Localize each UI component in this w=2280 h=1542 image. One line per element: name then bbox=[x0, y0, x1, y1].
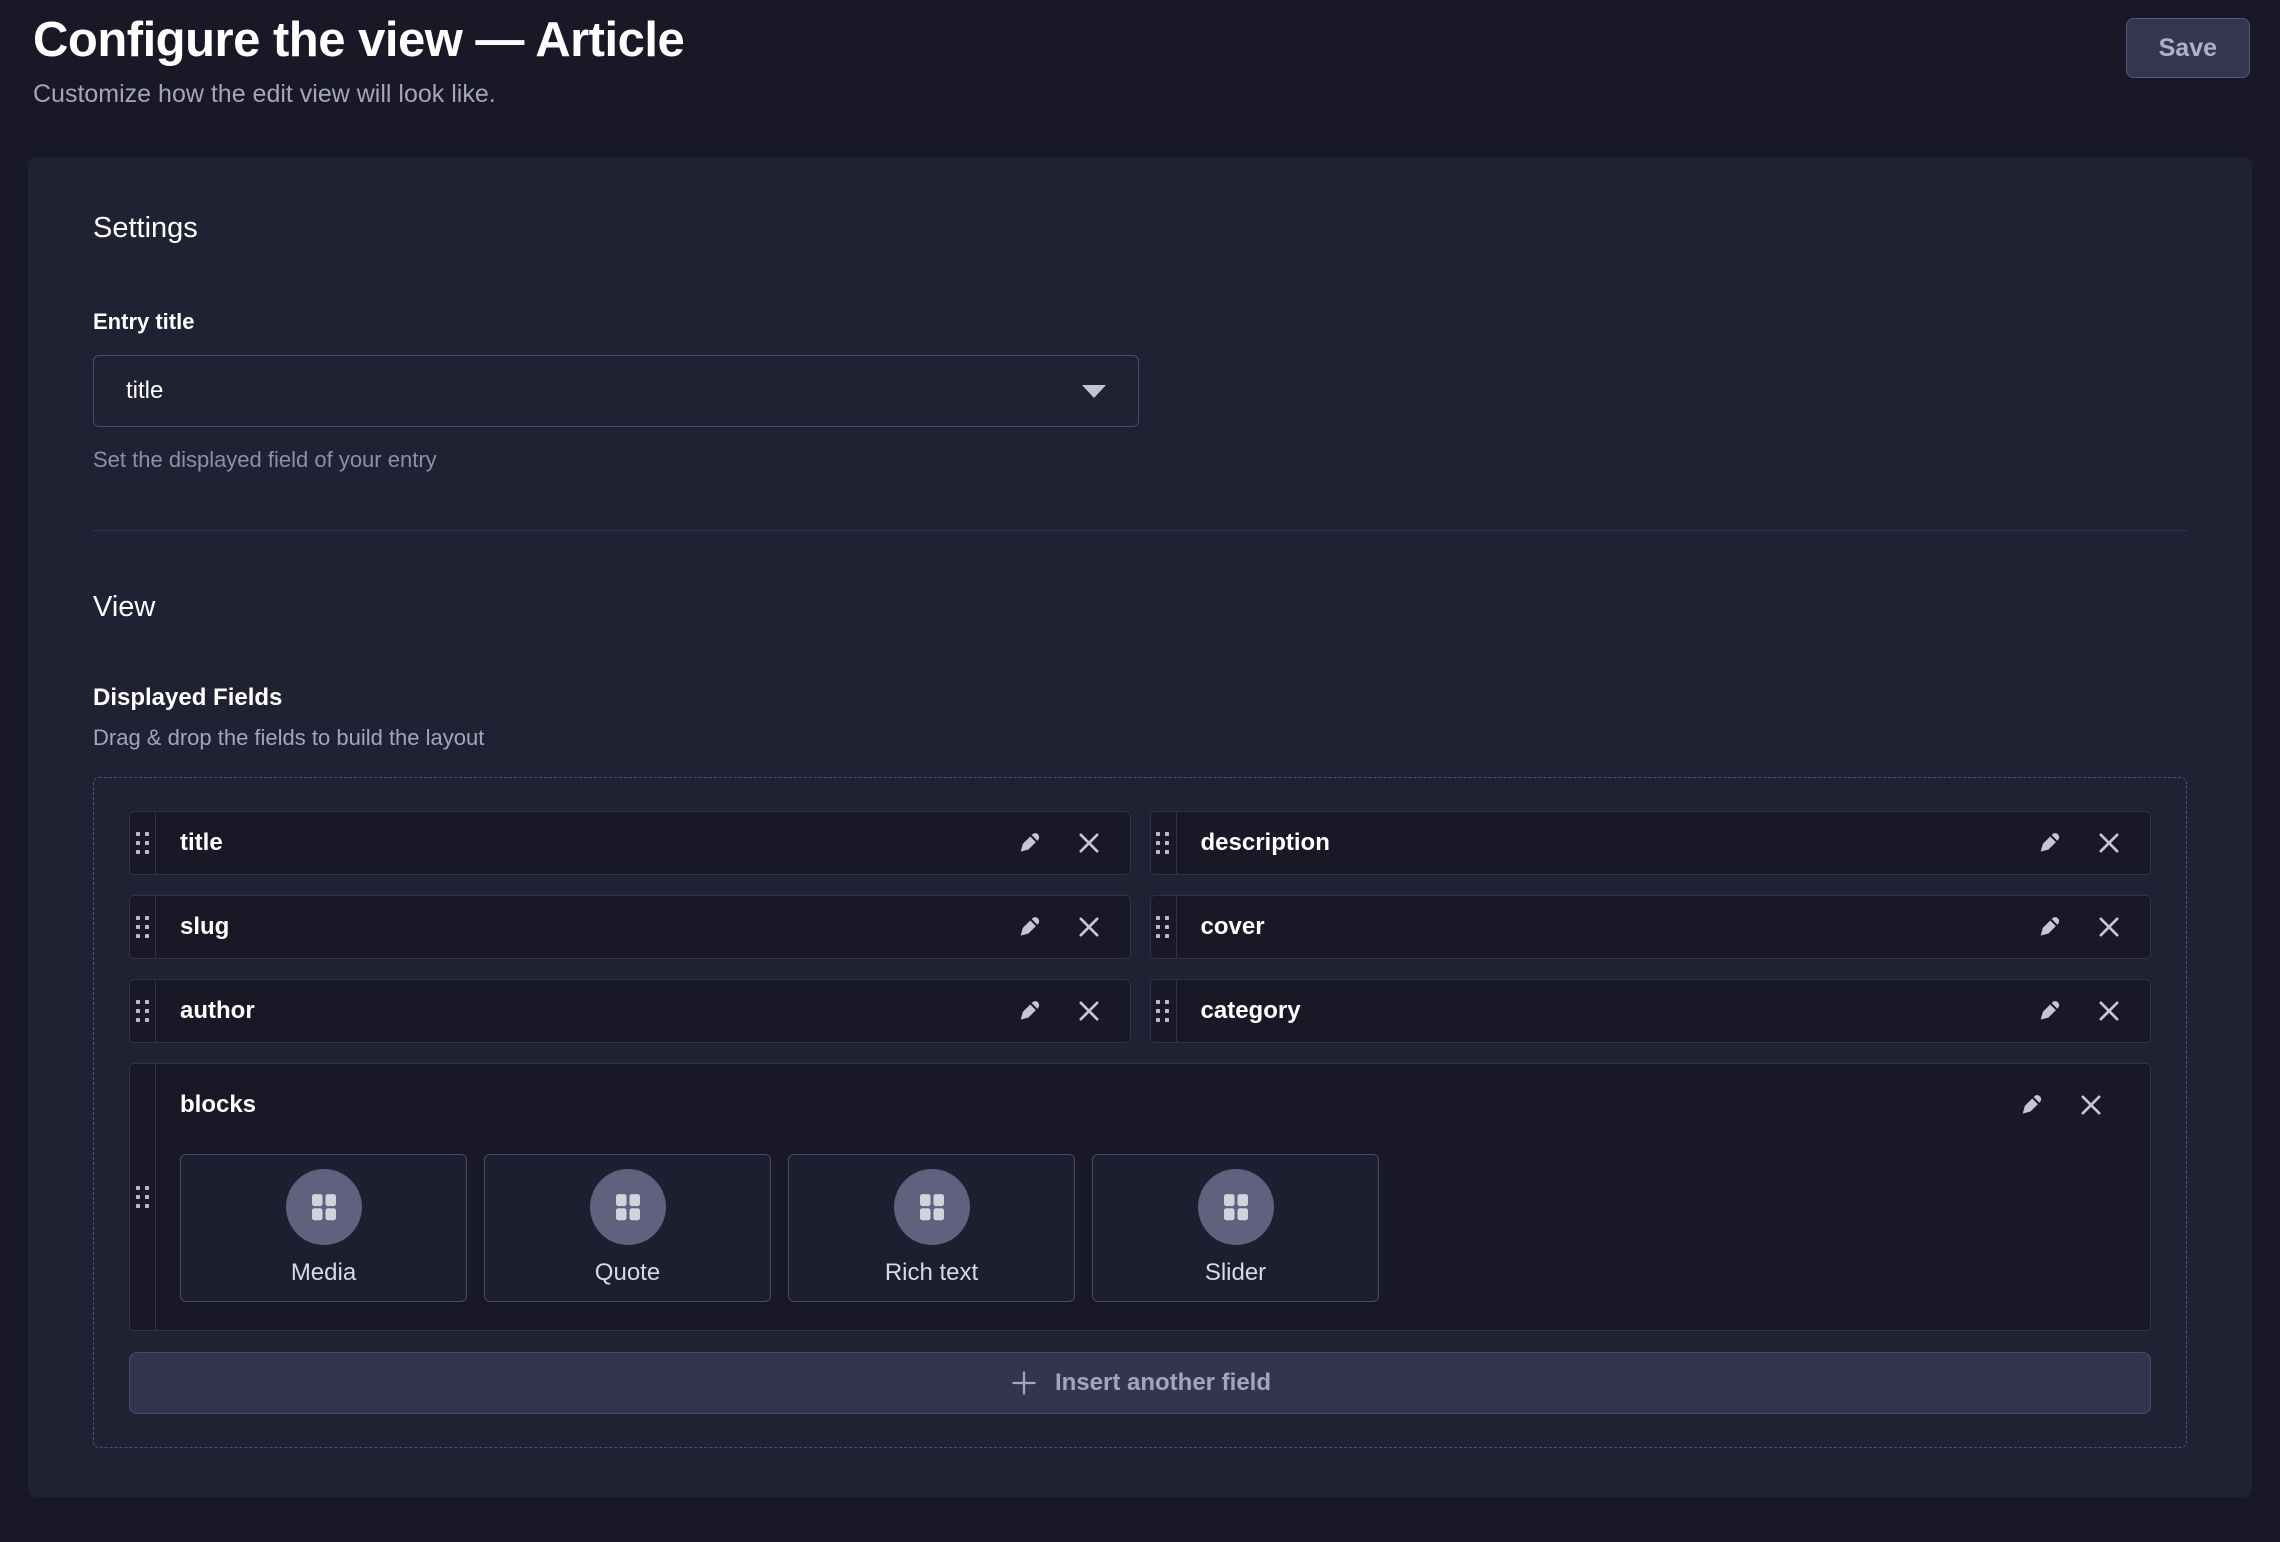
drag-handle-icon[interactable] bbox=[1151, 980, 1177, 1042]
page-header: Configure the view — Article Customize h… bbox=[0, 0, 2280, 109]
field-row-actions bbox=[1006, 812, 1130, 874]
field-row-title: title bbox=[129, 811, 1131, 875]
component-label: Quote bbox=[595, 1259, 660, 1287]
field-row-actions bbox=[2026, 980, 2150, 1042]
drag-handle-icon[interactable] bbox=[130, 812, 156, 874]
field-row-author: author bbox=[129, 979, 1131, 1043]
blocks-actions bbox=[2008, 1082, 2132, 1128]
pencil-icon[interactable] bbox=[2008, 1082, 2054, 1128]
close-icon[interactable] bbox=[1066, 988, 1112, 1034]
insert-another-field-button[interactable]: Insert another field bbox=[129, 1352, 2151, 1414]
field-row-label: author bbox=[156, 980, 1006, 1042]
page-subtitle: Customize how the edit view will look li… bbox=[33, 80, 684, 109]
page-title: Configure the view — Article bbox=[33, 12, 684, 68]
insert-button-label: Insert another field bbox=[1055, 1369, 1271, 1397]
field-row-cover: cover bbox=[1150, 895, 2152, 959]
save-button[interactable]: Save bbox=[2126, 18, 2250, 78]
component-grid-icon bbox=[894, 1169, 970, 1245]
pencil-icon[interactable] bbox=[2026, 820, 2072, 866]
field-row-slug: slug bbox=[129, 895, 1131, 959]
section-divider bbox=[93, 530, 2187, 531]
chevron-down-icon bbox=[1082, 385, 1106, 398]
pencil-icon[interactable] bbox=[1006, 988, 1052, 1034]
drag-handle-icon[interactable] bbox=[130, 980, 156, 1042]
component-label: Rich text bbox=[885, 1259, 978, 1287]
component-label: Media bbox=[291, 1259, 356, 1287]
blocks-label: blocks bbox=[180, 1091, 256, 1119]
close-icon[interactable] bbox=[2086, 820, 2132, 866]
blocks-header: blocks bbox=[156, 1074, 2150, 1128]
pencil-icon[interactable] bbox=[1006, 820, 1052, 866]
close-icon[interactable] bbox=[2068, 1082, 2114, 1128]
field-row-label: title bbox=[156, 812, 1006, 874]
component-card-quote[interactable]: Quote bbox=[484, 1154, 771, 1302]
field-row-label: category bbox=[1177, 980, 2027, 1042]
field-row-blocks: blocks Media Quote bbox=[129, 1063, 2151, 1331]
plus-icon bbox=[1009, 1368, 1039, 1398]
component-grid-icon bbox=[286, 1169, 362, 1245]
drag-handle-icon[interactable] bbox=[1151, 812, 1177, 874]
field-row-description: description bbox=[1150, 811, 2152, 875]
field-row-actions bbox=[1006, 896, 1130, 958]
entry-title-select[interactable]: title bbox=[93, 355, 1139, 427]
fields-grid: title description slug bbox=[129, 811, 2151, 1331]
field-row-actions bbox=[2026, 896, 2150, 958]
view-heading: View bbox=[93, 591, 2187, 624]
entry-title-select-value: title bbox=[126, 377, 1082, 405]
drag-handle-icon[interactable] bbox=[130, 1064, 156, 1330]
component-card-media[interactable]: Media bbox=[180, 1154, 467, 1302]
component-grid-icon bbox=[590, 1169, 666, 1245]
components-strip: Media Quote Rich text Slider bbox=[180, 1154, 2150, 1302]
configure-view-card: Settings Entry title title Set the displ… bbox=[28, 157, 2252, 1497]
drag-handle-icon[interactable] bbox=[1151, 896, 1177, 958]
blocks-content: blocks Media Quote bbox=[156, 1064, 2150, 1330]
field-row-label: cover bbox=[1177, 896, 2027, 958]
field-row-label: slug bbox=[156, 896, 1006, 958]
close-icon[interactable] bbox=[2086, 988, 2132, 1034]
settings-heading: Settings bbox=[93, 212, 2187, 245]
entry-title-hint: Set the displayed field of your entry bbox=[93, 447, 2187, 473]
component-card-rich-text[interactable]: Rich text bbox=[788, 1154, 1075, 1302]
pencil-icon[interactable] bbox=[2026, 904, 2072, 950]
component-card-slider[interactable]: Slider bbox=[1092, 1154, 1379, 1302]
field-row-label: description bbox=[1177, 812, 2027, 874]
drag-handle-icon[interactable] bbox=[130, 896, 156, 958]
component-grid-icon bbox=[1198, 1169, 1274, 1245]
displayed-fields-subtitle: Drag & drop the fields to build the layo… bbox=[93, 725, 2187, 751]
field-row-actions bbox=[2026, 812, 2150, 874]
close-icon[interactable] bbox=[2086, 904, 2132, 950]
field-row-category: category bbox=[1150, 979, 2152, 1043]
page-header-text: Configure the view — Article Customize h… bbox=[33, 12, 684, 109]
fields-drop-zone: title description slug bbox=[93, 777, 2187, 1448]
entry-title-block: Entry title title Set the displayed fiel… bbox=[93, 309, 2187, 473]
field-row-actions bbox=[1006, 980, 1130, 1042]
entry-title-label: Entry title bbox=[93, 309, 2187, 335]
pencil-icon[interactable] bbox=[1006, 904, 1052, 950]
pencil-icon[interactable] bbox=[2026, 988, 2072, 1034]
close-icon[interactable] bbox=[1066, 904, 1112, 950]
component-label: Slider bbox=[1205, 1259, 1266, 1287]
close-icon[interactable] bbox=[1066, 820, 1112, 866]
displayed-fields-title: Displayed Fields bbox=[93, 684, 2187, 712]
